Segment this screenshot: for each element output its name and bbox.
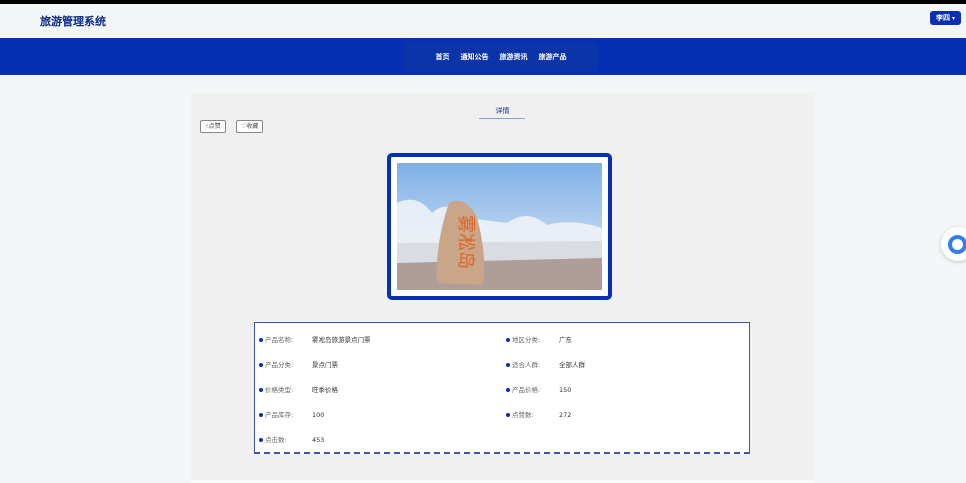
nav-item-news[interactable]: 旅游资讯 <box>500 52 528 62</box>
nav-item-notices[interactable]: 通知公告 <box>461 52 489 62</box>
site-title: 旅游管理系统 <box>40 15 106 28</box>
info-field: 产品价格: 150 <box>506 384 571 394</box>
header: 旅游管理系统 李四 ▾ <box>0 4 966 38</box>
nav-item-products[interactable]: 旅游产品 <box>539 52 567 62</box>
main-nav: 首页 通知公告 旅游资讯 旅游产品 <box>0 38 966 75</box>
info-field: 适合人群: 全部人群 <box>506 359 585 369</box>
floating-chat-button[interactable] <box>941 227 966 261</box>
info-field: 产品名称: 雾凇岛旅游景点门票 <box>259 334 371 344</box>
like-label: 点赞 <box>208 123 221 130</box>
product-info-table: 产品名称: 雾凇岛旅游景点门票 地区分类: 广东 产品分类: 景点门票 适合人群: 全部… <box>254 322 750 454</box>
title-underline <box>479 118 525 119</box>
info-field: 地区分类: 广东 <box>506 334 572 344</box>
detail-title: 详情 <box>495 107 510 115</box>
user-name: 李四 <box>935 14 950 22</box>
info-field: 点击数: 453 <box>259 434 324 444</box>
nav-item-home[interactable]: 首页 <box>436 52 450 62</box>
detail-panel: 详情 ☝点赞 ♡收藏 雾凇岛 产品名称: 雾凇岛旅游景点门票 地区分类: 广东 … <box>191 93 814 483</box>
chat-icon <box>948 235 966 254</box>
chevron-down-icon: ▾ <box>951 15 955 22</box>
nav-menu: 首页 通知公告 旅游资讯 旅游产品 <box>404 42 598 71</box>
favorite-button[interactable]: ♡收藏 <box>236 120 264 133</box>
product-image: 雾凇岛 <box>397 163 602 290</box>
info-field: 价格类型: 旺季价格 <box>259 384 338 394</box>
user-menu-button[interactable]: 李四 ▾ <box>929 11 961 25</box>
info-field: 产品分类: 景点门票 <box>259 359 338 369</box>
favorite-label: 收藏 <box>246 123 259 130</box>
info-field: 产品库存: 100 <box>259 409 324 419</box>
product-image-frame: 雾凇岛 <box>387 153 612 300</box>
info-field: 点赞数: 272 <box>506 409 571 419</box>
like-button[interactable]: ☝点赞 <box>200 120 226 133</box>
rock-inscription: 雾凇岛 <box>455 215 476 269</box>
